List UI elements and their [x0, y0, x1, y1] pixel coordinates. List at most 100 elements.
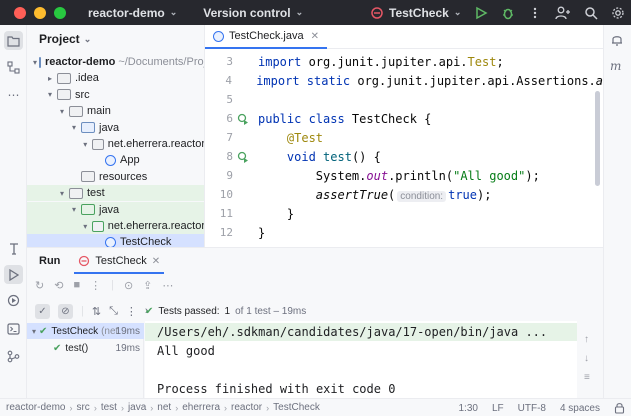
chevron-down-icon[interactable]: ▾	[45, 90, 55, 99]
console-output[interactable]: /Users/eh/.sdkman/candidates/java/17-ope…	[145, 321, 577, 399]
minimize-window-button[interactable]	[34, 6, 46, 19]
folder-icon	[69, 187, 83, 199]
breadcrumb-item[interactable]: java	[128, 402, 146, 413]
line-separator[interactable]: LF	[492, 403, 504, 414]
test-status-suffix: of 1 test – 19ms	[235, 305, 307, 317]
run-gutter-icon[interactable]	[233, 113, 253, 125]
rerun-failed-icon[interactable]: ⟲	[54, 279, 63, 292]
ai-assistant-icon[interactable]: m	[610, 59, 621, 73]
tree-item-label: net.eherrera.reactor	[107, 220, 205, 232]
folder-icon	[81, 204, 95, 216]
run-icon[interactable]	[474, 6, 488, 20]
chevron-down-icon[interactable]: ▾	[81, 140, 90, 149]
test-result-row[interactable]: ✔ test() 19ms	[27, 340, 144, 356]
separator: |	[81, 305, 84, 317]
show-ignored-icon[interactable]: ⊘	[58, 303, 73, 319]
close-window-button[interactable]	[14, 6, 26, 19]
tree-item[interactable]: App	[27, 152, 204, 168]
more-vertical-icon[interactable]: ⋮	[90, 279, 101, 292]
tree-item[interactable]: ▾ main	[27, 103, 204, 119]
run-tool-icon[interactable]	[4, 265, 23, 284]
test-result-row[interactable]: ▾ ✔ TestCheck (net 19ms	[27, 323, 144, 339]
tree-item-label: net.eherrera.reactor	[107, 138, 205, 150]
tree-item[interactable]: ▾ java	[27, 201, 204, 218]
terminal-tool-icon[interactable]	[4, 319, 23, 338]
chevron-down-icon[interactable]: ▾	[69, 123, 79, 132]
chevron-down-icon[interactable]: ▾	[81, 222, 90, 231]
test-result-time: 19ms	[115, 325, 140, 337]
tree-item-label: App	[120, 154, 140, 167]
sort-duration-icon[interactable]: ⤡	[109, 305, 118, 318]
tree-item[interactable]: ▾ reactor-demo~/Documents/Projec	[27, 54, 204, 70]
run-tab[interactable]: TestCheck ✕	[74, 248, 164, 274]
arrow-up-icon[interactable]: ↑	[584, 334, 590, 345]
breadcrumb-item[interactable]: net	[157, 402, 171, 413]
search-icon[interactable]	[584, 6, 598, 20]
code-line: 3 import org.junit.jupiter.api.Test;	[205, 52, 603, 71]
lock-icon[interactable]	[614, 402, 625, 414]
tree-item[interactable]: ▾ net.eherrera.reactor	[27, 136, 205, 152]
zoom-window-button[interactable]	[54, 6, 66, 19]
more-vertical-icon[interactable]	[528, 6, 542, 20]
caret-position[interactable]: 1:30	[458, 403, 477, 414]
code-editor[interactable]: TestCheck.java ✕ 3 import org.junit.jupi…	[205, 25, 603, 247]
wrap-icon[interactable]: ≡	[584, 372, 590, 383]
breadcrumb-item[interactable]: reactor-demo	[6, 402, 65, 413]
sort-icon[interactable]: ⇅	[92, 305, 101, 318]
rerun-icon[interactable]: ↻	[35, 279, 44, 292]
more-horizontal-icon[interactable]: ⋯	[162, 279, 173, 292]
structure-tool-icon[interactable]	[4, 58, 23, 77]
editor-tab[interactable]: TestCheck.java ✕	[205, 25, 327, 49]
indent-setting[interactable]: 4 spaces	[560, 403, 600, 414]
export-icon[interactable]: ⇪	[143, 279, 152, 292]
debug-icon[interactable]	[501, 6, 515, 20]
close-icon[interactable]: ✕	[311, 31, 319, 42]
project-panel-header[interactable]: Project ⌄	[27, 25, 204, 53]
tree-item[interactable]: ▾ test	[27, 185, 204, 202]
add-user-icon[interactable]	[555, 6, 571, 20]
stop-icon[interactable]: ■	[73, 279, 80, 291]
chevron-down-icon[interactable]: ▾	[69, 205, 79, 214]
test-filter-toolbar: ✓ ⊘ | ⇅ ⤡ ⋮ ›	[35, 301, 149, 321]
code-line: 12 }	[205, 223, 603, 242]
show-passed-icon[interactable]: ✓	[35, 303, 50, 319]
build-tool-icon[interactable]	[4, 239, 23, 258]
chevron-down-icon[interactable]: ▾	[33, 58, 37, 67]
tree-item[interactable]: resources	[27, 169, 204, 185]
chevron-down-icon[interactable]: ▾	[57, 107, 67, 116]
run-gutter-icon[interactable]	[233, 151, 253, 163]
project-tool-icon[interactable]	[4, 31, 23, 50]
close-icon[interactable]: ✕	[152, 256, 160, 267]
breadcrumb-item[interactable]: test	[101, 402, 117, 413]
chevron-right-icon[interactable]: ▸	[45, 74, 55, 83]
notifications-icon[interactable]	[610, 33, 624, 50]
arrow-down-icon[interactable]: ↓	[584, 353, 590, 364]
chevron-right-icon: ›	[69, 402, 73, 413]
problems-tool-icon[interactable]	[4, 347, 23, 366]
project-switcher[interactable]: reactor-demo ⌄	[88, 6, 177, 20]
breadcrumb-item[interactable]: TestCheck	[273, 402, 320, 413]
camera-icon[interactable]: ⊙	[124, 279, 133, 292]
breadcrumb-item[interactable]: src	[76, 402, 89, 413]
vcs-menu[interactable]: Version control ⌄	[203, 6, 303, 20]
run-config-selector[interactable]: TestCheck ⌄	[370, 0, 461, 25]
file-encoding[interactable]: UTF-8	[518, 403, 546, 414]
more-tools-icon[interactable]: ⋯	[4, 85, 23, 104]
test-config-icon	[79, 255, 90, 267]
code-text: }	[258, 225, 266, 240]
class-icon	[105, 154, 116, 166]
breadcrumb-item[interactable]: eherrera	[182, 402, 220, 413]
tree-item[interactable]: ▾ src	[27, 87, 204, 103]
code-line: 10 assertTrue(condition: true);	[205, 185, 603, 204]
tree-item[interactable]: TestCheck	[27, 234, 204, 247]
gear-icon[interactable]	[611, 6, 625, 20]
tree-item[interactable]: ▾ java	[27, 120, 204, 136]
tree-item-label: reactor-demo	[45, 56, 116, 68]
editor-scrollbar[interactable]	[595, 91, 600, 186]
more-vertical-icon[interactable]: ⋮	[126, 305, 137, 318]
tree-item[interactable]: ▸ .idea	[27, 70, 204, 86]
services-tool-icon[interactable]	[4, 291, 23, 310]
chevron-down-icon[interactable]: ▾	[57, 189, 67, 198]
tree-item[interactable]: ▾ net.eherrera.reactor	[27, 218, 205, 234]
breadcrumb-item[interactable]: reactor	[231, 402, 262, 413]
